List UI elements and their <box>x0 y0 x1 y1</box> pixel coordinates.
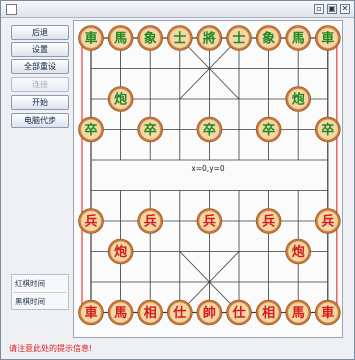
black-piece[interactable]: 卒 <box>137 116 163 143</box>
black-piece[interactable]: 車 <box>315 25 341 51</box>
black-piece[interactable]: 炮 <box>285 86 311 112</box>
maximize-icon[interactable]: ▣ <box>327 4 337 14</box>
close-icon[interactable]: ✕ <box>340 4 350 14</box>
piece-label: 炮 <box>292 92 305 108</box>
piece-label: 士 <box>173 31 186 47</box>
red-piece[interactable]: 仕 <box>167 299 193 326</box>
start-button[interactable]: 开始 <box>11 95 69 110</box>
chess-board-frame: x=0,y=0 車馬象士將士象馬車炮炮卒卒卒卒卒兵兵兵兵兵炮炮車馬相仕帥仕相馬車 <box>73 20 343 338</box>
piece-label: 兵 <box>84 214 97 230</box>
black-piece[interactable]: 馬 <box>285 25 311 51</box>
piece-label: 卒 <box>144 122 157 138</box>
connect-button[interactable]: 连接 <box>11 77 69 92</box>
black-piece[interactable]: 卒 <box>78 116 104 143</box>
board-grid <box>90 37 329 314</box>
coordinate-readout: x=0,y=0 <box>191 164 225 173</box>
red-piece[interactable]: 仕 <box>226 299 252 326</box>
status-message: 请注意此处的提示信息! <box>9 344 93 353</box>
chess-board[interactable]: x=0,y=0 車馬象士將士象馬車炮 炮卒卒卒卒卒兵兵兵兵兵炮 炮車馬相仕帥仕相馬車 <box>74 21 344 339</box>
settings-button[interactable]: 设置 <box>11 42 69 57</box>
piece-label: 兵 <box>262 214 275 230</box>
red-piece[interactable]: 兵 <box>255 208 282 234</box>
red-piece[interactable]: 兵 <box>78 208 104 234</box>
black-piece[interactable]: 象 <box>255 25 282 51</box>
red-piece[interactable]: 車 <box>78 299 104 326</box>
red-piece[interactable]: 炮 <box>285 238 311 265</box>
red-piece[interactable]: 車 <box>315 299 341 326</box>
app-window: ▫ ▣ ✕ 后退 设置 全部重设 连接 开始 电脑代步 红棋时间 黑棋时间 x=… <box>0 0 355 360</box>
piece-label: 仕 <box>172 305 186 321</box>
black-piece[interactable]: 卒 <box>315 116 341 143</box>
black-piece[interactable]: 象 <box>137 25 163 51</box>
timer-divider <box>14 292 66 293</box>
timer-panel: 红棋时间 黑棋时间 <box>11 274 69 310</box>
piece-label: 士 <box>232 31 245 47</box>
piece-label: 炮 <box>114 244 127 260</box>
black-piece[interactable]: 車 <box>78 25 104 51</box>
piece-label: 車 <box>84 31 97 47</box>
piece-label: 兵 <box>144 214 157 230</box>
black-piece[interactable]: 將 <box>196 25 223 51</box>
piece-label: 車 <box>84 305 97 321</box>
red-piece[interactable]: 兵 <box>196 208 223 234</box>
piece-label: 兵 <box>321 214 334 230</box>
black-piece[interactable]: 卒 <box>196 116 223 143</box>
minimize-icon[interactable]: ▫ <box>314 4 324 14</box>
red-piece[interactable]: 相 <box>255 299 282 326</box>
piece-label: 車 <box>321 31 334 47</box>
red-piece[interactable]: 兵 <box>137 208 163 234</box>
black-piece[interactable]: 卒 <box>255 116 282 143</box>
piece-label: 馬 <box>114 306 127 321</box>
piece-label: 卒 <box>262 122 275 138</box>
control-panel: 后退 设置 全部重设 连接 开始 电脑代步 红棋时间 黑棋时间 <box>5 21 69 337</box>
piece-label: 炮 <box>292 244 305 260</box>
piece-label: 馬 <box>292 306 305 321</box>
piece-label: 兵 <box>203 214 216 230</box>
red-piece[interactable]: 帥 <box>196 299 223 326</box>
piece-label: 將 <box>203 31 216 47</box>
black-timer-label: 黑棋时间 <box>15 297 45 306</box>
piece-label: 炮 <box>114 92 127 108</box>
red-piece[interactable]: 馬 <box>107 299 134 326</box>
black-piece[interactable]: 炮 <box>107 86 134 112</box>
black-piece[interactable]: 馬 <box>107 25 134 51</box>
reset-all-button[interactable]: 全部重设 <box>11 59 69 74</box>
piece-label: 馬 <box>114 32 127 47</box>
black-piece[interactable]: 士 <box>226 25 252 51</box>
red-piece[interactable]: 兵 <box>315 208 341 234</box>
piece-label: 馬 <box>292 32 305 47</box>
red-piece[interactable]: 馬 <box>285 299 311 326</box>
piece-label: 卒 <box>321 122 334 138</box>
piece-label: 象 <box>262 31 275 47</box>
black-piece[interactable]: 士 <box>167 25 193 51</box>
red-timer-label: 红棋时间 <box>15 279 45 288</box>
back-button[interactable]: 后退 <box>11 25 69 40</box>
piece-label: 卒 <box>203 122 216 138</box>
title-bar: ▫ ▣ ✕ <box>1 1 354 18</box>
piece-label: 卒 <box>84 122 97 138</box>
piece-label: 仕 <box>231 305 245 321</box>
red-piece[interactable]: 炮 <box>107 238 134 265</box>
piece-label: 象 <box>144 31 157 47</box>
app-icon <box>6 4 17 15</box>
piece-label: 車 <box>321 305 334 321</box>
piece-label: 帥 <box>203 305 216 321</box>
piece-label: 相 <box>262 305 275 321</box>
piece-label: 相 <box>144 305 157 321</box>
red-piece[interactable]: 相 <box>137 299 163 326</box>
computer-move-button[interactable]: 电脑代步 <box>11 113 69 128</box>
